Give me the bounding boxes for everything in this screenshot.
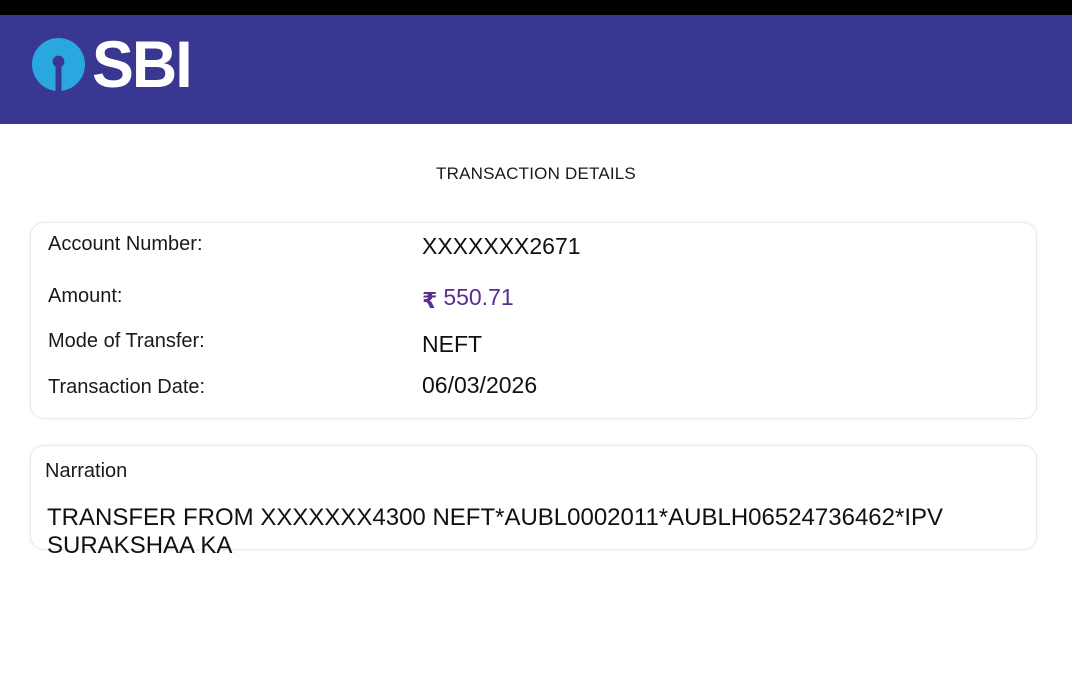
status-strip bbox=[0, 0, 1072, 15]
amount-label: Amount: bbox=[48, 285, 123, 307]
sbi-logo: SBI bbox=[31, 27, 196, 101]
account-number-label: Account Number: bbox=[48, 233, 203, 255]
page-title: TRANSACTION DETAILS bbox=[436, 164, 636, 183]
amount-value-group: ₹550.71 bbox=[422, 284, 514, 313]
app-header: SBI bbox=[0, 15, 1072, 124]
account-number-value: XXXXXXX2671 bbox=[422, 233, 581, 259]
rupee-icon: ₹ bbox=[422, 288, 438, 313]
transaction-details-card: Account Number: XXXXXXX2671 Amount: ₹550… bbox=[30, 222, 1037, 419]
amount-value: 550.71 bbox=[443, 284, 514, 310]
transaction-date-value: 06/03/2026 bbox=[422, 372, 538, 398]
mode-of-transfer-value: NEFT bbox=[422, 331, 483, 357]
brand-name: SBI bbox=[92, 27, 193, 101]
narration-text: TRANSFER FROM XXXXXXX4300 NEFT*AUBL00020… bbox=[47, 504, 944, 559]
transaction-date-label: Transaction Date: bbox=[48, 376, 206, 398]
narration-card: Narration TRANSFER FROM XXXXXXX4300 NEFT… bbox=[30, 445, 1037, 559]
mode-of-transfer-label: Mode of Transfer: bbox=[48, 330, 205, 352]
sbi-keyhole-logo-icon bbox=[31, 37, 86, 92]
narration-label: Narration bbox=[45, 460, 128, 482]
